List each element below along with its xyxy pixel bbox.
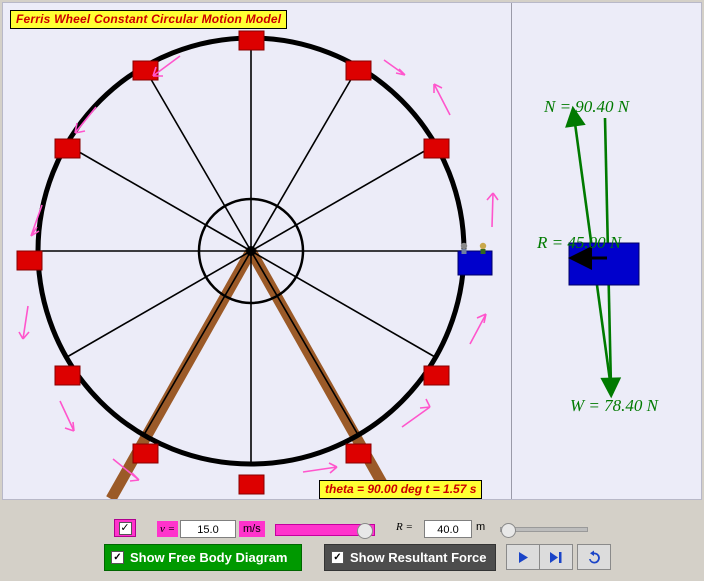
control-bar: ✓ v = 15.0 m/s R = 40.0 m ✓ Show Free Bo… [0, 504, 704, 581]
velocity-unit: m/s [239, 521, 265, 537]
show-fbd-label: Show Free Body Diagram [130, 550, 288, 565]
step-icon [550, 551, 562, 563]
wheel-cabs [16, 30, 450, 495]
ferris-wheel-drawing [16, 30, 499, 499]
play-button[interactable] [506, 544, 540, 570]
resultant-label: R = 45.00 N [536, 233, 623, 252]
radius-label: R = [396, 521, 413, 533]
animate-checkbox[interactable]: ✓ [114, 519, 136, 537]
velocity-input[interactable]: 15.0 [180, 520, 236, 538]
free-body-diagram-panel[interactable]: N = 90.40 N R = 45.00 N W = 78.40 N [512, 3, 701, 499]
radius-unit: m [476, 521, 486, 533]
velocity-slider-knob[interactable] [357, 523, 373, 539]
reset-button[interactable] [577, 544, 611, 570]
step-button[interactable] [539, 544, 573, 570]
simulation-stage: Ferris Wheel Constant Circular Motion Mo… [2, 2, 702, 500]
control-row-parameters: ✓ v = 15.0 m/s R = 40.0 m [0, 510, 704, 539]
free-body-diagram-drawing: N = 90.40 N R = 45.00 N W = 78.40 N [536, 97, 660, 415]
reset-icon [589, 550, 600, 564]
normal-label: N = 90.40 N [543, 97, 631, 116]
weight-label: W = 78.40 N [570, 396, 660, 415]
show-free-body-diagram-toggle[interactable]: ✓ Show Free Body Diagram [104, 544, 302, 571]
show-resultant-label: Show Resultant Force [350, 550, 487, 565]
model-title: Ferris Wheel Constant Circular Motion Mo… [10, 10, 288, 29]
velocity-slider[interactable] [275, 523, 375, 539]
wheel-center [246, 246, 256, 256]
play-icon [519, 551, 528, 563]
ferris-wheel-panel[interactable]: Ferris Wheel Constant Circular Motion Mo… [3, 3, 511, 499]
show-resultant-checkbox-mark: ✓ [331, 551, 344, 564]
application-window: Ferris Wheel Constant Circular Motion Mo… [0, 0, 704, 581]
radius-slider[interactable] [500, 523, 588, 538]
velocity-label: v = [157, 521, 179, 537]
show-resultant-force-toggle[interactable]: ✓ Show Resultant Force [324, 544, 496, 571]
radius-slider-knob[interactable] [501, 523, 516, 538]
radius-input[interactable]: 40.0 [424, 520, 472, 538]
animate-checkbox-mark: ✓ [118, 521, 132, 535]
rider-cab [457, 242, 493, 276]
theta-time-readout: theta = 90.00 deg t = 1.57 s [319, 480, 483, 499]
show-fbd-checkbox-mark: ✓ [111, 551, 124, 564]
control-row-buttons: ✓ Show Free Body Diagram ✓ Show Resultan… [0, 544, 704, 574]
